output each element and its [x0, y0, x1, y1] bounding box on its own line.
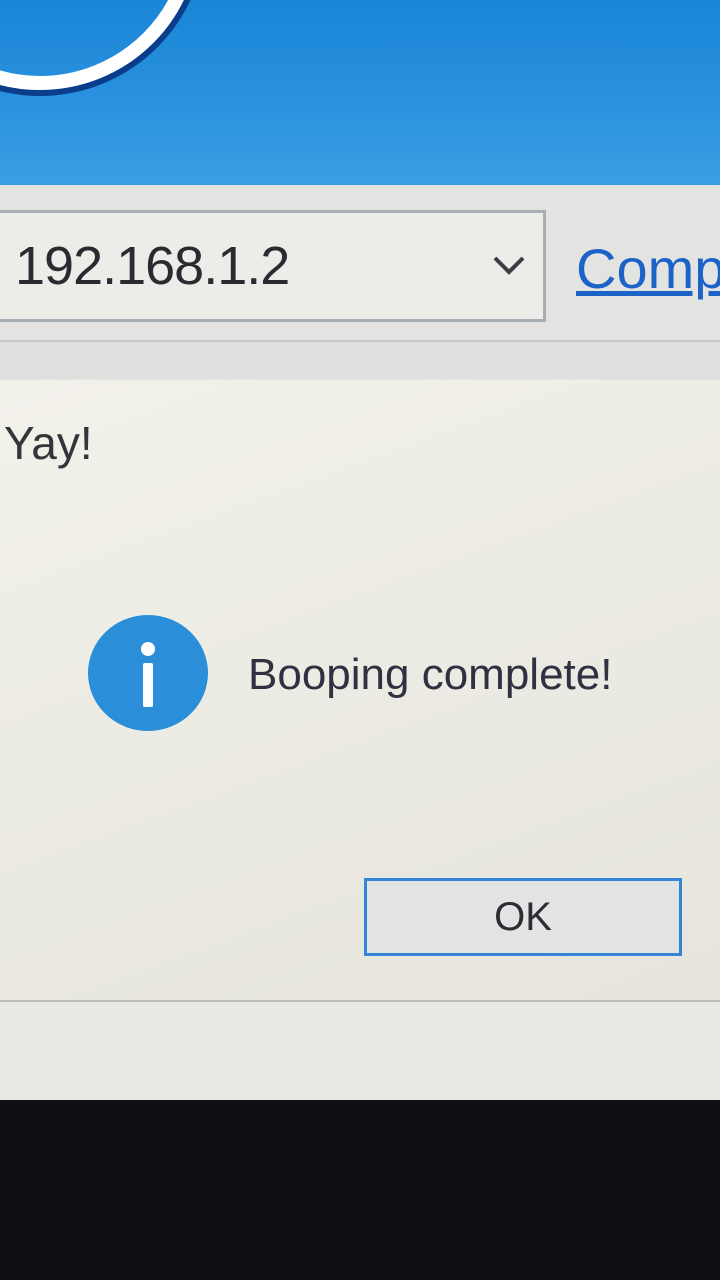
monitor-bezel	[0, 1100, 720, 1280]
message-dialog: Yay! Booping complete! OK	[0, 380, 720, 1002]
chevron-down-icon[interactable]	[489, 245, 529, 285]
dialog-title: Yay!	[4, 417, 93, 469]
comp-link[interactable]: Comp	[576, 236, 720, 301]
screen: 192.168.1.2 Comp Yay! Booping complete! …	[0, 0, 720, 1100]
ip-address-value: 192.168.1.2	[15, 236, 290, 296]
dialog-message: Booping complete!	[248, 650, 613, 699]
ip-address-dropdown[interactable]: 192.168.1.2	[0, 210, 546, 322]
app-banner	[0, 0, 720, 185]
tab-strip	[0, 340, 720, 378]
ok-button-label: OK	[494, 894, 552, 939]
info-icon	[88, 615, 208, 731]
app-logo	[0, 0, 200, 90]
ok-button[interactable]: OK	[364, 878, 682, 956]
